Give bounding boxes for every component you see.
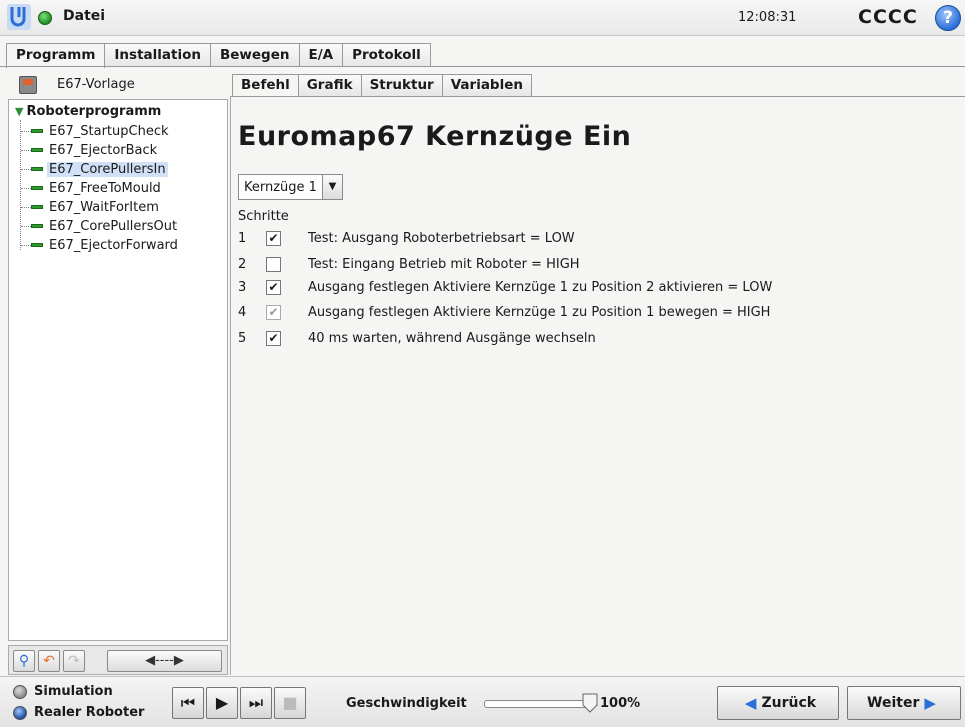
step-number: 3 — [238, 279, 247, 295]
tree-item[interactable]: E67_EjectorForward — [21, 236, 180, 254]
tree-item[interactable]: E67_EjectorBack — [21, 141, 159, 159]
step-number: 5 — [238, 330, 247, 346]
step-checkbox[interactable]: ✔ — [266, 230, 281, 246]
tree-item-label: E67_StartupCheck — [49, 123, 169, 139]
stop-button[interactable]: ■ — [274, 687, 306, 719]
step-number: 1 — [238, 230, 247, 246]
simulation-radio[interactable]: Simulation — [13, 684, 113, 699]
speed-label: Geschwindigkeit — [346, 696, 467, 711]
undo-icon[interactable]: ↶ — [38, 650, 60, 672]
file-menu[interactable]: Datei — [63, 8, 105, 24]
tree-item[interactable]: E67_CorePullersOut — [21, 217, 179, 235]
tab-grafik[interactable]: Grafik — [297, 74, 362, 96]
tree-item[interactable]: E67_StartupCheck — [21, 122, 171, 140]
step-row: 2 Test: Eingang Betrieb mit Roboter = HI… — [238, 254, 580, 274]
tab-befehl[interactable]: Befehl — [232, 74, 299, 96]
arrow-left-icon: ◀ — [744, 694, 757, 712]
help-icon[interactable]: ? — [935, 5, 961, 31]
step-number: 2 — [238, 256, 247, 272]
tree-item[interactable]: E67_FreeToMould — [21, 179, 163, 197]
subprogram-icon — [31, 243, 43, 247]
program-tree: ▼ Roboterprogramm E67_StartupCheck E67_Ej… — [8, 99, 228, 641]
select-value: Kernzüge 1 — [244, 179, 317, 195]
tree-item-selected[interactable]: E67_CorePullersIn — [21, 160, 168, 178]
save-icon[interactable] — [19, 76, 37, 94]
main-tabs: Programm Installation Bewegen E/A Protok… — [6, 43, 431, 68]
redo-icon[interactable]: ↷ — [63, 650, 85, 672]
radio-on-icon — [13, 705, 27, 720]
subprogram-icon — [31, 129, 43, 133]
tab-bewegen[interactable]: Bewegen — [209, 43, 300, 67]
tab-divider — [0, 66, 965, 67]
tree-item-label: E67_EjectorBack — [49, 142, 158, 158]
step-row: 4 ✔ Ausgang festlegen Aktiviere Kernzüge… — [238, 302, 770, 322]
tab-variablen[interactable]: Variablen — [441, 74, 532, 96]
tree-root[interactable]: ▼ Roboterprogramm — [15, 104, 161, 119]
command-panel: Euromap67 Kernzüge Ein Kernzüge 1 ▼ Schr… — [230, 97, 965, 675]
speed-value: 100% — [600, 696, 641, 711]
subprogram-icon — [31, 224, 43, 228]
tab-installation[interactable]: Installation — [104, 43, 211, 67]
step-checkbox[interactable] — [266, 256, 281, 272]
app-window: Datei 12:08:31 CCCC ? Programm Installat… — [0, 0, 965, 727]
tree-item-label: E67_EjectorForward — [49, 237, 178, 253]
step-row: 3 ✔ Ausgang festlegen Aktiviere Kernzüge… — [238, 277, 772, 297]
next-button[interactable]: Weiter ▶ — [847, 686, 961, 720]
radio-off-icon — [13, 684, 27, 699]
step-checkbox[interactable]: ✔ — [266, 330, 281, 346]
step-text: Ausgang festlegen Aktiviere Kernzüge 1 z… — [308, 304, 771, 320]
tree-root-label: Roboterprogramm — [26, 104, 162, 119]
search-icon[interactable]: ⚲ — [13, 650, 35, 672]
real-robot-radio[interactable]: Realer Roboter — [13, 705, 144, 720]
skip-back-button[interactable]: ⏮ — [172, 687, 204, 719]
speed-slider[interactable] — [484, 700, 594, 708]
step-checkbox[interactable]: ✔ — [266, 279, 281, 295]
subprogram-icon — [31, 148, 43, 152]
steps-label: Schritte — [238, 209, 289, 224]
step-text: Test: Eingang Betrieb mit Roboter = HIGH — [308, 256, 580, 272]
simulation-label: Simulation — [34, 684, 113, 699]
slider-thumb-icon[interactable] — [582, 693, 598, 713]
step-text: Test: Ausgang Roboterbetriebsart = LOW — [308, 230, 575, 246]
step-text: 40 ms warten, während Ausgänge wechseln — [308, 330, 596, 346]
step-row: 5 ✔ 40 ms warten, während Ausgänge wechs… — [238, 328, 596, 348]
expand-triangle-icon[interactable]: ▼ — [15, 105, 23, 118]
back-button[interactable]: ◀ Zurück — [717, 686, 839, 720]
ur-logo-icon — [7, 4, 31, 30]
real-robot-label: Realer Roboter — [34, 705, 145, 720]
step-text: Ausgang festlegen Aktiviere Kernzüge 1 z… — [308, 279, 773, 295]
robot-status-icon[interactable] — [38, 11, 52, 25]
subprogram-icon — [31, 186, 43, 190]
subprogram-icon — [31, 205, 43, 209]
next-label: Weiter — [867, 695, 920, 711]
page-title: Euromap67 Kernzüge Ein — [238, 121, 632, 152]
tab-struktur[interactable]: Struktur — [360, 74, 443, 96]
tab-programm[interactable]: Programm — [6, 43, 106, 68]
tab-protokoll[interactable]: Protokoll — [342, 43, 431, 67]
core-puller-select[interactable]: Kernzüge 1 ▼ — [238, 174, 343, 200]
top-bar: Datei 12:08:31 CCCC ? — [0, 0, 965, 36]
robot-name: CCCC — [858, 6, 918, 28]
step-number: 4 — [238, 304, 247, 320]
subprogram-icon — [31, 167, 43, 171]
clock: 12:08:31 — [738, 10, 797, 25]
arrow-right-icon: ▶ — [924, 694, 936, 712]
tree-toolbar: ⚲ ↶ ↷ ◀----▶ — [8, 645, 228, 675]
sub-tabs: Befehl Grafik Struktur Variablen — [232, 74, 532, 96]
tree-item-label: E67_WaitForItem — [49, 199, 159, 215]
tab-ea[interactable]: E/A — [298, 43, 344, 67]
chevron-down-icon[interactable]: ▼ — [321, 175, 342, 199]
tree-item[interactable]: E67_WaitForItem — [21, 198, 161, 216]
back-label: Zurück — [761, 695, 817, 711]
tree-item-label: E67_FreeToMould — [49, 180, 161, 196]
step-forward-button[interactable]: ⏭ — [240, 687, 272, 719]
play-button[interactable]: ▶ — [206, 687, 238, 719]
tree-item-label: E67_CorePullersIn — [47, 161, 168, 177]
step-checkbox-disabled: ✔ — [266, 304, 281, 320]
step-row: 1 ✔ Test: Ausgang Roboterbetriebsart = L… — [238, 228, 575, 248]
tree-item-label: E67_CorePullersOut — [49, 218, 178, 234]
expand-panel-button[interactable]: ◀----▶ — [107, 650, 222, 672]
bottom-bar: Simulation Realer Roboter ⏮ ▶ ⏭ ■ Geschw… — [0, 676, 965, 727]
program-name: E67-Vorlage — [57, 77, 135, 92]
